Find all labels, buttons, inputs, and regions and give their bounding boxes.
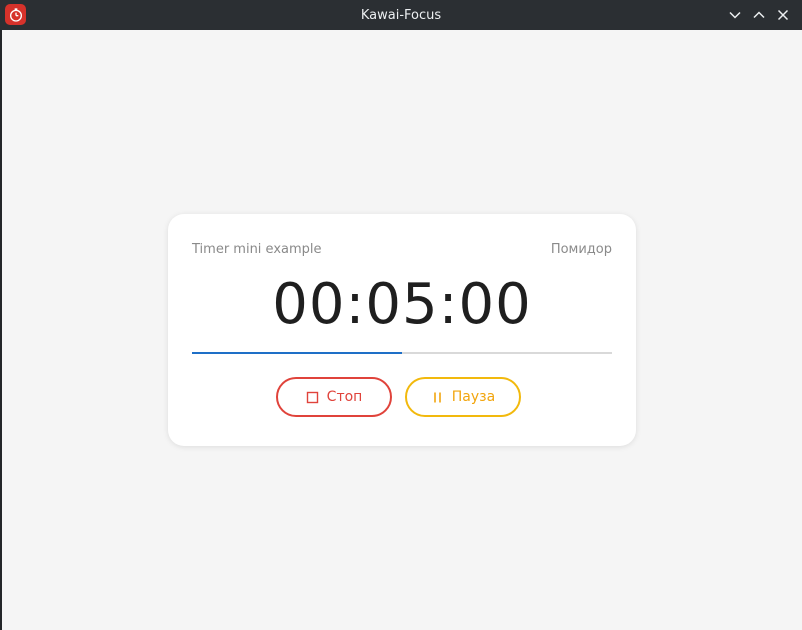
maximize-icon	[753, 11, 765, 19]
close-icon	[777, 9, 789, 21]
app-tomato-timer-icon	[5, 4, 26, 25]
timer-mode: Помидор	[550, 242, 612, 257]
window-title: Kawai-Focus	[360, 7, 442, 23]
stop-button-label: Стоп	[326, 389, 363, 405]
timer-progress-bar	[192, 352, 612, 354]
timer-display: 00:05:00	[272, 272, 532, 337]
pause-button-label: Пауза	[451, 389, 496, 405]
stop-icon	[306, 391, 318, 403]
pause-button[interactable]: Пауза	[405, 377, 521, 417]
window-controls	[726, 0, 792, 30]
timer-controls: Стоп Пауза	[276, 377, 521, 417]
main-content: Timer mini example Помидор 00:05:00 Стоп…	[2, 30, 802, 630]
maximize-button[interactable]	[750, 6, 768, 24]
stop-button[interactable]: Стоп	[276, 377, 392, 417]
minimize-button[interactable]	[726, 6, 744, 24]
pause-icon	[433, 392, 441, 402]
window-titlebar[interactable]: Kawai-Focus	[0, 0, 802, 30]
close-button[interactable]	[774, 6, 792, 24]
timer-progress-fill	[192, 352, 402, 354]
timer-name: Timer mini example	[192, 242, 322, 257]
minimize-icon	[729, 11, 741, 19]
timer-card: Timer mini example Помидор 00:05:00 Стоп…	[168, 214, 636, 446]
